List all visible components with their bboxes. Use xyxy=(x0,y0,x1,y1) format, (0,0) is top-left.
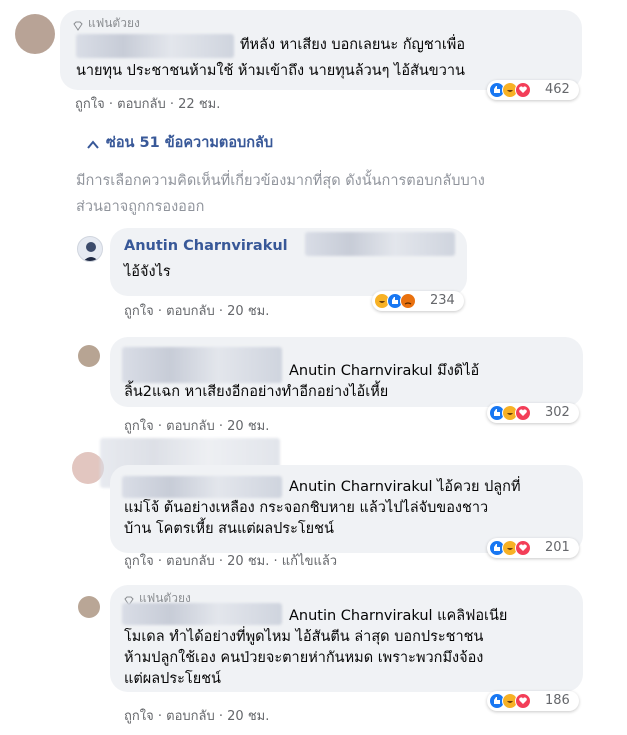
angry-icon xyxy=(400,293,416,309)
separator: · xyxy=(157,304,162,319)
filter-note-line: ส่วนอาจถูกกรองออก xyxy=(76,199,205,215)
separator: · xyxy=(157,419,162,434)
timestamp[interactable]: 20 ชม. xyxy=(227,554,269,569)
chevron-up-icon xyxy=(87,135,99,149)
separator: · xyxy=(218,709,224,724)
comment-text-line: นายทุน ประชาชนห้ามใช้ ห้ามเข้าถึง นายทุน… xyxy=(76,63,465,79)
blurred-name xyxy=(122,347,282,383)
comment-text-line: ทีหลัง หาเสียง บอกเลยนะ กัญชาเพื่อ xyxy=(240,37,466,53)
comment-text-line: ห้ามปลูกใช้เอง คนป่วยจะตายห่ากันหมด เพรา… xyxy=(124,650,484,666)
separator: · xyxy=(157,709,162,724)
reaction-count: 234 xyxy=(430,293,455,308)
reaction-count: 462 xyxy=(545,82,570,97)
love-icon xyxy=(515,405,531,421)
comment-text-line: แต่ผลประโยชน์ xyxy=(124,671,221,687)
reaction-summary[interactable]: 302 xyxy=(487,403,579,423)
reply-link[interactable]: ตอบกลับ xyxy=(166,304,215,319)
edited-label[interactable]: แก้ไขแล้ว xyxy=(282,554,337,569)
separator: · xyxy=(218,419,224,434)
separator: · xyxy=(108,97,113,112)
like-link[interactable]: ถูกใจ xyxy=(124,554,154,569)
separator: · xyxy=(273,554,278,569)
comment-text-line: บ้าน โคตรเหี้ย สนแต่ผลประโยชน์ xyxy=(124,521,334,537)
reaction-count: 302 xyxy=(545,405,570,420)
comment-actions: ถูกใจ · ตอบกลับ · 20 ชม. xyxy=(124,705,269,726)
comment-actions: ถูกใจ · ตอบกลับ · 20 ชม. xyxy=(124,300,269,321)
hide-replies-link[interactable]: ซ่อน 51 ข้อความตอบกลับ xyxy=(106,131,273,154)
comment-actions: ถูกใจ · ตอบกลับ · 20 ชม. · แก้ไขแล้ว xyxy=(124,550,337,571)
love-icon xyxy=(515,540,531,556)
reaction-summary[interactable]: 462 xyxy=(487,80,579,100)
timestamp[interactable]: 20 ชม. xyxy=(227,304,269,319)
comment-text-line: ลิ้น2แฉก หาเสียงอีกอย่างทำอีกอย่างไอ้เหี… xyxy=(124,384,389,400)
blurred-name xyxy=(122,603,282,625)
comment-text-line: Anutin Charnvirakul แคลิฟอเนีย xyxy=(289,608,508,624)
separator: · xyxy=(218,304,224,319)
reply-link[interactable]: ตอบกลับ xyxy=(166,419,215,434)
avatar[interactable] xyxy=(15,14,55,54)
like-link[interactable]: ถูกใจ xyxy=(124,304,154,319)
reply-link[interactable]: ตอบกลับ xyxy=(117,97,166,112)
timestamp[interactable]: 22 ชม. xyxy=(178,97,220,112)
timestamp[interactable]: 20 ชม. xyxy=(227,709,269,724)
reaction-summary[interactable]: 201 xyxy=(487,538,579,558)
reaction-count: 201 xyxy=(545,540,570,555)
like-link[interactable]: ถูกใจ xyxy=(124,709,154,724)
love-icon xyxy=(515,82,531,98)
like-link[interactable]: ถูกใจ xyxy=(75,97,105,112)
timestamp[interactable]: 20 ชม. xyxy=(227,419,269,434)
fan-badge: แฟนตัวยง xyxy=(88,16,140,30)
separator: · xyxy=(169,97,175,112)
reply-link[interactable]: ตอบกลับ xyxy=(166,709,215,724)
comment-text-line: ไอ้จังไร xyxy=(124,264,171,280)
filter-note-line: มีการเลือกความคิดเห็นที่เกี่ยวข้องมากที่… xyxy=(76,173,485,189)
diamond-icon xyxy=(73,16,83,31)
reaction-summary[interactable]: 186 xyxy=(487,691,579,711)
comment-text-line: Anutin Charnvirakul มึงดิไอ้ xyxy=(289,363,480,379)
reply-link[interactable]: ตอบกลับ xyxy=(166,554,215,569)
comment-actions: ถูกใจ · ตอบกลับ · 20 ชม. xyxy=(124,415,269,436)
diamond-icon xyxy=(124,591,134,606)
blurred-name xyxy=(305,232,455,256)
love-icon xyxy=(515,693,531,709)
author-name[interactable]: Anutin Charnvirakul xyxy=(124,236,288,257)
avatar[interactable] xyxy=(77,236,103,262)
comment-text-line: Anutin Charnvirakul ไอ้ควย ปลูกที่ xyxy=(289,479,521,495)
avatar[interactable] xyxy=(78,345,100,367)
blurred-name xyxy=(122,476,282,498)
reaction-count: 186 xyxy=(545,693,570,708)
blurred-name xyxy=(76,34,234,58)
separator: · xyxy=(157,554,162,569)
avatar[interactable] xyxy=(78,596,100,618)
reaction-summary[interactable]: 234 xyxy=(372,291,464,311)
comment-text-line: โมเดล ทำได้อย่างที่พูดไหม ไอ้สันตีน ล่าส… xyxy=(124,629,484,645)
separator: · xyxy=(218,554,224,569)
comment-text-line: แม่โจ้ ต้นอย่างเหลือง กระจอกชิบหาย แล้วไ… xyxy=(124,500,489,516)
like-link[interactable]: ถูกใจ xyxy=(124,419,154,434)
comment-actions: ถูกใจ · ตอบกลับ · 22 ชม. xyxy=(75,93,220,114)
